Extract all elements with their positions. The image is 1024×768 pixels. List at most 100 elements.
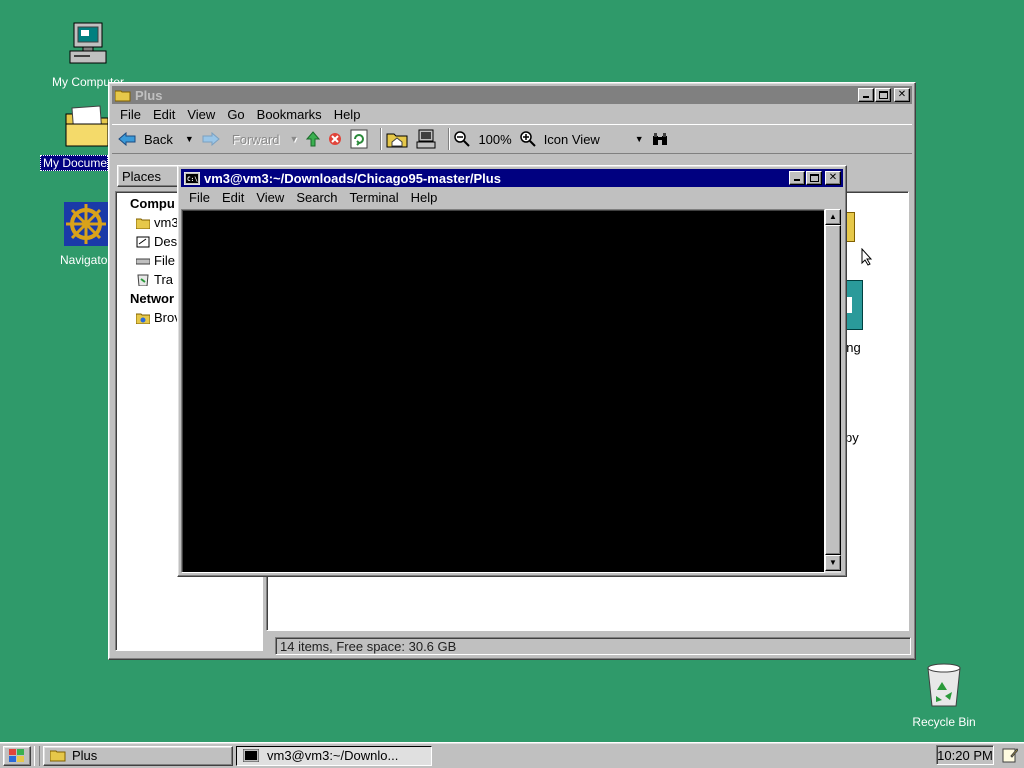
menu-search[interactable]: Search [290, 190, 343, 205]
notes-button[interactable] [1000, 746, 1020, 764]
close-button[interactable]: ✕ [894, 88, 910, 102]
search-button[interactable] [652, 132, 668, 146]
reload-button[interactable] [350, 129, 368, 149]
computer-button[interactable] [416, 129, 436, 149]
network-folder-icon [136, 313, 150, 324]
places-header-label: Places [122, 168, 162, 184]
up-button[interactable] [306, 131, 321, 147]
recycle-bin-icon [927, 663, 961, 707]
task-label: vm3@vm3:~/Downlo... [267, 748, 399, 763]
view-mode-select[interactable]: Icon View ▼ [544, 132, 644, 147]
desktop-icon-label: Recycle Bin [912, 715, 976, 729]
maximize-icon [810, 174, 819, 182]
menu-edit[interactable]: Edit [216, 190, 250, 205]
arrow-down-icon: ▼ [829, 558, 837, 567]
menu-edit[interactable]: Edit [147, 107, 181, 122]
minimize-button[interactable] [789, 171, 805, 185]
notepad-icon [1002, 748, 1018, 763]
zoom-out-icon [454, 131, 471, 147]
menu-view[interactable]: View [250, 190, 290, 205]
menu-view[interactable]: View [181, 107, 221, 122]
terminal-icon [243, 749, 259, 762]
close-icon: ✕ [828, 172, 838, 183]
zoom-in-icon [519, 131, 536, 147]
stop-button[interactable] [328, 132, 342, 146]
desktop-icon-my-documents[interactable]: My Documents [40, 104, 110, 174]
home-button[interactable] [386, 130, 408, 148]
desktop-icon-navigator[interactable]: Navigator [40, 200, 111, 270]
reload-icon [350, 129, 368, 149]
scroll-up-button[interactable]: ▲ [825, 209, 841, 225]
back-arrow-icon [118, 132, 136, 146]
home-folder-icon [136, 218, 150, 229]
task-button-terminal[interactable]: vm3@vm3:~/Downlo... [236, 745, 432, 766]
forward-arrow-icon [202, 132, 220, 146]
menu-file[interactable]: File [114, 107, 147, 122]
stop-icon [329, 133, 342, 145]
zoom-level: 100% [478, 131, 512, 147]
forward-button[interactable]: Forward ▼ [202, 131, 299, 147]
places-item-label: vm3 [154, 215, 179, 230]
maximize-button[interactable] [806, 171, 822, 185]
start-button[interactable] [3, 745, 31, 766]
terminal-screen[interactable] [181, 209, 825, 573]
zoom-out-button[interactable] [454, 131, 471, 147]
binoculars-icon [652, 133, 667, 145]
places-header[interactable]: Places [117, 165, 181, 187]
menu-help[interactable]: Help [328, 107, 367, 122]
forward-label: Forward [231, 131, 280, 147]
terminal-scrollbar[interactable]: ▲ ▼ [825, 209, 841, 573]
toolbar-separator [380, 128, 383, 150]
close-icon: ✕ [897, 89, 907, 100]
chevron-down-icon: ▼ [289, 134, 299, 144]
windows-logo-icon [9, 748, 24, 762]
menu-file[interactable]: File [183, 190, 216, 205]
scroll-down-button[interactable]: ▼ [825, 555, 841, 571]
minimize-icon [794, 179, 800, 181]
window-title: Plus [135, 87, 163, 103]
file-label-partial: py [845, 430, 859, 445]
zoom-in-button[interactable] [519, 131, 536, 147]
minimize-button[interactable] [858, 88, 874, 102]
maximize-button[interactable] [875, 88, 891, 102]
folder-icon [50, 750, 66, 762]
desktop-icon-my-computer[interactable]: My Computer [40, 20, 136, 89]
places-item-label: Tra [154, 272, 174, 287]
maximize-icon [879, 91, 888, 99]
ship-wheel-icon [64, 202, 108, 246]
task-button-plus[interactable]: Plus [43, 745, 233, 766]
places-item-label: Des [154, 234, 178, 249]
desktop-icon-label: My Documents [40, 155, 108, 171]
menu-bookmarks[interactable]: Bookmarks [251, 107, 328, 122]
desktop-icon [136, 236, 150, 247]
menu-go[interactable]: Go [221, 107, 250, 122]
arrow-up-icon: ▲ [829, 212, 837, 221]
status-text: 14 items, Free space: 30.6 GB [280, 638, 457, 654]
mouse-cursor-icon [861, 248, 873, 266]
terminal-window[interactable]: C:\ vm3@vm3:~/Downloads/Chicago95-master… [177, 165, 847, 577]
clock[interactable]: 10:20 PM [937, 748, 993, 763]
menu-help[interactable]: Help [405, 190, 444, 205]
scroll-thumb[interactable] [825, 225, 841, 555]
minimize-icon [863, 96, 869, 98]
toolbar-separator [448, 128, 451, 150]
taskbar: Plus vm3@vm3:~/Downlo... 10:20 PM [0, 742, 1024, 768]
chevron-down-icon[interactable]: ▼ [185, 134, 194, 144]
file-manager-titlebar[interactable]: Plus ✕ [112, 86, 912, 104]
taskbar-grip[interactable] [34, 745, 40, 766]
terminal-icon: C:\ [184, 171, 200, 185]
menu-terminal[interactable]: Terminal [344, 190, 405, 205]
file-manager-toolbar: Back ▼ Forward ▼ 100% Icon View ▼ [112, 124, 912, 154]
terminal-titlebar[interactable]: C:\ vm3@vm3:~/Downloads/Chicago95-master… [181, 169, 843, 187]
task-label: Plus [72, 748, 98, 763]
folder-icon [115, 90, 131, 101]
terminal-menubar: File Edit View Search Terminal Help [181, 187, 843, 207]
back-label: Back [144, 131, 173, 147]
system-tray: 10:20 PM [936, 745, 994, 765]
window-title: vm3@vm3:~/Downloads/Chicago95-master/Plu… [204, 170, 501, 186]
desktop-icon-recycle-bin[interactable]: Recycle Bin [896, 660, 992, 729]
close-button[interactable]: ✕ [825, 171, 841, 185]
folder-documents-icon [65, 105, 109, 147]
back-button[interactable]: Back ▼ [118, 132, 194, 147]
status-bar: 14 items, Free space: 30.6 GB [275, 637, 911, 655]
